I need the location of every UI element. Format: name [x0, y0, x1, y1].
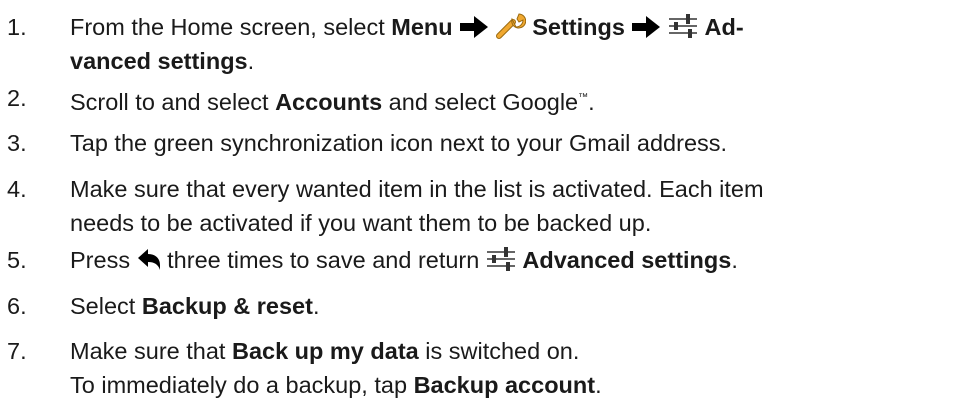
step-number: 5.	[7, 247, 27, 273]
step-number: 6.	[7, 293, 27, 319]
step-text: From the Home screen, select Menu Settin…	[70, 10, 970, 78]
step-line: From the Home screen, select Menu Settin…	[70, 10, 970, 44]
text: To immediately do a backup, tap	[70, 372, 414, 398]
step-line: To immediately do a backup, tap Backup a…	[70, 368, 970, 402]
accounts-label: Accounts	[275, 89, 383, 115]
text: .	[588, 89, 595, 115]
wrench-icon	[495, 13, 526, 39]
step-line: vanced settings.	[70, 44, 970, 78]
advanced-label-b: vanced settings	[70, 48, 248, 74]
sliders-icon	[486, 247, 515, 271]
step-line: Make sure that every wanted item in the …	[70, 176, 764, 202]
backup-account-label: Backup account	[413, 372, 596, 398]
step-text: Make sure that every wanted item in the …	[70, 172, 970, 240]
text: Press	[70, 247, 137, 273]
arrow-right-icon	[460, 16, 489, 38]
sliders-icon	[669, 14, 698, 38]
step-text: Press three times to save and return Adv…	[70, 243, 970, 277]
step-number: 1.	[7, 14, 27, 40]
step-number: 4.	[7, 176, 27, 202]
step-line: Make sure that Back up my data is switch…	[70, 334, 970, 368]
text: is switched on.	[418, 338, 580, 364]
step-line: needs to be activated if you want them t…	[70, 210, 652, 236]
text: three times to save and return	[160, 247, 486, 273]
step-number: 3.	[7, 130, 27, 156]
back-up-my-data-label: Back up my data	[231, 338, 419, 364]
text: From the Home screen, select	[70, 14, 392, 40]
text: .	[247, 48, 255, 74]
trademark: ™	[578, 92, 589, 103]
instruction-steps: 1. From the Home screen, select Menu Set…	[0, 0, 975, 415]
step-text: Make sure that Back up my data is switch…	[70, 334, 970, 402]
advanced-label-a: Ad-	[704, 14, 744, 40]
step-number: 7.	[7, 338, 27, 364]
backup-reset-label: Backup & reset	[141, 293, 313, 319]
text: Select	[70, 293, 142, 319]
text: .	[731, 247, 738, 273]
text: and select Google	[382, 89, 579, 115]
step-text: Tap the green synchronization icon next …	[70, 130, 728, 156]
text: Scroll to and select	[70, 89, 276, 115]
step-text: Select Backup & reset.	[70, 289, 970, 323]
text: .	[595, 372, 602, 398]
step-number: 2.	[7, 85, 27, 111]
settings-label: Settings	[532, 14, 625, 40]
menu-label: Menu	[391, 14, 453, 40]
advanced-label: Advanced settings	[522, 247, 732, 273]
step-text: Scroll to and select Accounts and select…	[70, 81, 970, 119]
arrow-right-icon	[632, 16, 661, 38]
back-arrow-icon	[137, 249, 160, 270]
text: Make sure that	[70, 338, 232, 364]
text: .	[312, 293, 320, 319]
